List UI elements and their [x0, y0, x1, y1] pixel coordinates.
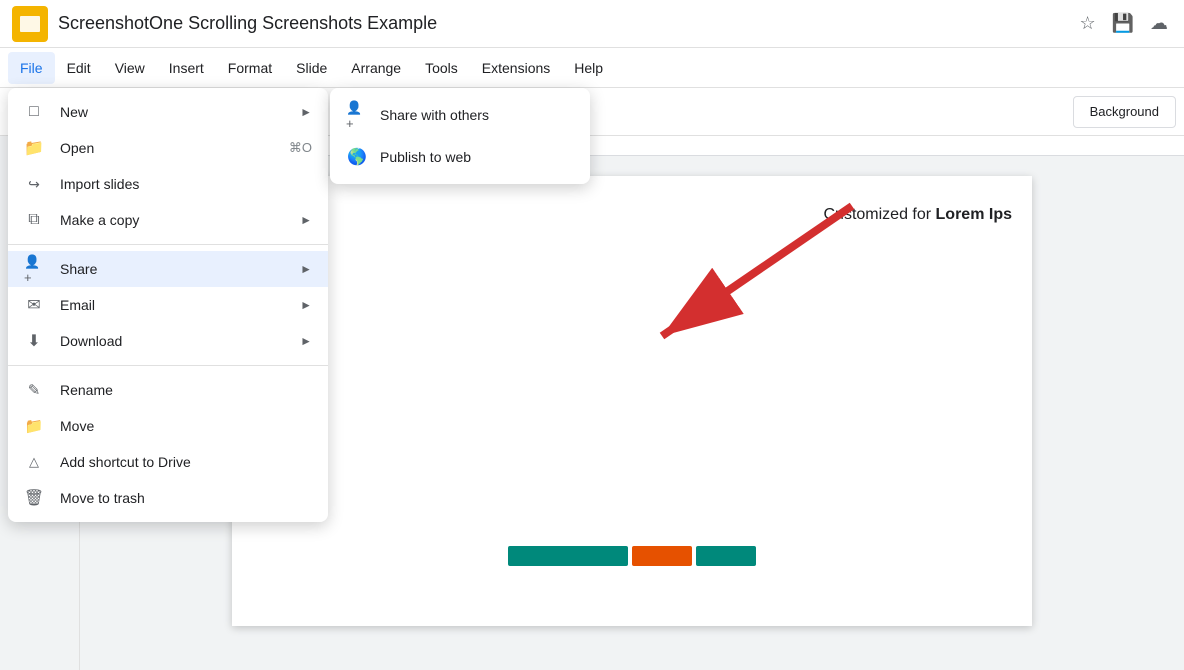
cloud-icon[interactable]: ☁	[1146, 9, 1172, 38]
app-icon-inner	[20, 16, 40, 32]
menu-item-new[interactable]: □ New ►	[8, 94, 328, 130]
menu-format[interactable]: Format	[216, 52, 284, 84]
slide-canvas: Confidential Customized for Lorem Ips	[232, 176, 1032, 626]
download-label: Download	[60, 333, 284, 349]
menu-item-copy[interactable]: ⧉ Make a copy ►	[8, 202, 328, 238]
menu-view[interactable]: View	[103, 52, 157, 84]
publish-label: Publish to web	[380, 149, 471, 165]
customized-prefix: Customized for	[823, 206, 935, 223]
copy-label: Make a copy	[60, 212, 284, 228]
open-shortcut: ⌘O	[289, 140, 312, 156]
menu-item-email[interactable]: ✉ Email ►	[8, 287, 328, 323]
title-bar: ScreenshotOne Scrolling Screenshots Exam…	[0, 0, 1184, 48]
chart-bar-teal-1	[508, 546, 628, 566]
email-arrow-icon: ►	[300, 298, 312, 312]
download-icon: ⬇	[24, 331, 44, 351]
app-icon	[12, 6, 48, 42]
shortcut-label: Add shortcut to Drive	[60, 454, 312, 470]
separator-1	[8, 244, 328, 245]
menu-item-move[interactable]: 📁 Move	[8, 408, 328, 444]
new-icon: □	[24, 102, 44, 122]
menu-item-rename[interactable]: ✎ Rename	[8, 372, 328, 408]
share-icon: 👤+	[24, 259, 44, 279]
submenu-publish[interactable]: 🌎 Publish to web	[330, 136, 590, 178]
menu-edit[interactable]: Edit	[55, 52, 103, 84]
menu-item-download[interactable]: ⬇ Download ►	[8, 323, 328, 359]
title-icons: ☆ 💾 ☁	[1075, 9, 1172, 38]
menu-item-shortcut[interactable]: △ Add shortcut to Drive	[8, 444, 328, 480]
menu-item-import[interactable]: ↪ Import slides	[8, 166, 328, 202]
menu-bar: File Edit View Insert Format Slide Arran…	[0, 48, 1184, 88]
menu-arrange[interactable]: Arrange	[339, 52, 413, 84]
move-label: Move	[60, 418, 312, 434]
email-icon: ✉	[24, 295, 44, 315]
chart-bar-teal-2	[696, 546, 756, 566]
menu-file[interactable]: File	[8, 52, 55, 84]
share-label: Share	[60, 261, 284, 277]
menu-insert[interactable]: Insert	[157, 52, 216, 84]
customized-bold: Lorem Ips	[936, 206, 1012, 223]
open-label: Open	[60, 140, 273, 156]
menu-item-share[interactable]: 👤+ Share ►	[8, 251, 328, 287]
rename-icon: ✎	[24, 380, 44, 400]
shortcut-icon: △	[24, 452, 44, 472]
import-icon: ↪	[24, 174, 44, 194]
move-icon: 📁	[24, 416, 44, 436]
menu-tools[interactable]: Tools	[413, 52, 470, 84]
trash-icon: 🗑	[24, 488, 44, 508]
download-arrow-icon: ►	[300, 334, 312, 348]
email-label: Email	[60, 297, 284, 313]
menu-help[interactable]: Help	[562, 52, 615, 84]
trash-label: Move to trash	[60, 490, 312, 506]
share-submenu: 👤+ Share with others 🌎 Publish to web	[330, 88, 590, 184]
copy-arrow-icon: ►	[300, 213, 312, 227]
publish-icon: 🌎	[346, 146, 368, 168]
new-label: New	[60, 104, 284, 120]
menu-slide[interactable]: Slide	[284, 52, 339, 84]
chart-bar-orange	[632, 546, 692, 566]
app-title: ScreenshotOne Scrolling Screenshots Exam…	[58, 13, 1065, 34]
menu-item-trash[interactable]: 🗑 Move to trash	[8, 480, 328, 516]
background-button[interactable]: Background	[1073, 96, 1176, 128]
import-label: Import slides	[60, 176, 312, 192]
open-icon: 📁	[24, 138, 44, 158]
menu-item-open[interactable]: 📁 Open ⌘O	[8, 130, 328, 166]
new-arrow-icon: ►	[300, 105, 312, 119]
share-arrow-icon: ►	[300, 262, 312, 276]
share-others-icon: 👤+	[346, 104, 368, 126]
submenu-share-others[interactable]: 👤+ Share with others	[330, 94, 590, 136]
chart-area	[508, 546, 756, 566]
menu-extensions[interactable]: Extensions	[470, 52, 562, 84]
copy-icon: ⧉	[24, 210, 44, 230]
separator-2	[8, 365, 328, 366]
star-icon[interactable]: ☆	[1075, 9, 1099, 38]
share-others-label: Share with others	[380, 107, 489, 123]
drive-icon[interactable]: 💾	[1108, 9, 1138, 38]
file-menu-dropdown: □ New ► 📁 Open ⌘O ↪ Import slides ⧉ Make…	[8, 88, 328, 522]
customized-text: Customized for Lorem Ips	[823, 206, 1012, 224]
rename-label: Rename	[60, 382, 312, 398]
